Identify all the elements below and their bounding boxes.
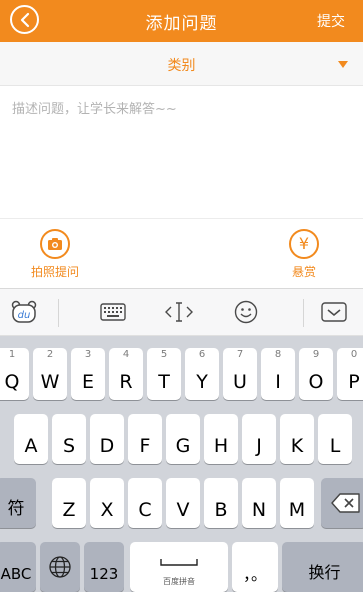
toolbar-divider: [58, 299, 59, 327]
yen-icon: ¥: [289, 229, 319, 259]
key-k[interactable]: K: [280, 414, 314, 464]
key-x[interactable]: X: [90, 478, 124, 528]
key-t[interactable]: 5T: [147, 348, 181, 400]
camera-icon: [40, 229, 70, 259]
svg-text:du: du: [18, 310, 31, 321]
backspace-key[interactable]: [321, 478, 363, 528]
key-q[interactable]: 1Q: [0, 348, 29, 400]
globe-icon: [49, 556, 71, 578]
reward-button[interactable]: ¥ 悬赏: [264, 229, 344, 280]
key-h[interactable]: H: [204, 414, 238, 464]
emoji-icon[interactable]: [233, 298, 259, 326]
key-g[interactable]: G: [166, 414, 200, 464]
key-c[interactable]: C: [128, 478, 162, 528]
reward-label: 悬赏: [291, 265, 316, 279]
baidu-du-icon[interactable]: du: [10, 298, 38, 326]
return-key[interactable]: 换行: [282, 542, 363, 592]
globe-key[interactable]: [40, 542, 80, 592]
punctuation-key[interactable]: ，。: [232, 542, 278, 592]
key-v[interactable]: V: [166, 478, 200, 528]
key-s[interactable]: S: [52, 414, 86, 464]
keyboard-toolbar: du: [0, 288, 363, 336]
keyboard-icon[interactable]: [99, 298, 127, 326]
category-label: 类别: [167, 58, 196, 74]
abc-key[interactable]: ABC: [0, 542, 36, 592]
key-m[interactable]: M: [280, 478, 314, 528]
key-i[interactable]: 8I: [261, 348, 295, 400]
key-l[interactable]: L: [318, 414, 352, 464]
photo-question-button[interactable]: 拍照提问: [15, 229, 95, 280]
key-a[interactable]: A: [14, 414, 48, 464]
key-b[interactable]: B: [204, 478, 238, 528]
key-f[interactable]: F: [128, 414, 162, 464]
chevron-down-icon[interactable]: [320, 298, 348, 326]
submit-button[interactable]: 提交: [317, 11, 345, 31]
key-z[interactable]: Z: [52, 478, 86, 528]
key-n[interactable]: N: [242, 478, 276, 528]
cursor-move-icon[interactable]: [164, 298, 194, 326]
key-e[interactable]: 3E: [71, 348, 105, 400]
caret-down-icon: [338, 61, 348, 68]
space-key[interactable]: 百度拼音: [130, 542, 228, 592]
action-bar: 拍照提问 ¥ 悬赏: [0, 218, 363, 288]
keyboard: 1Q 2W 3E 4R 5T 6Y 7U 8I 9O 0P A S D F G …: [0, 336, 363, 592]
key-w[interactable]: 2W: [33, 348, 67, 400]
key-y[interactable]: 6Y: [185, 348, 219, 400]
key-p[interactable]: 0P: [337, 348, 363, 400]
toolbar-divider: [303, 299, 304, 327]
space-caption: 百度拼音: [163, 577, 195, 586]
number-key[interactable]: 123: [84, 542, 124, 592]
key-j[interactable]: J: [242, 414, 276, 464]
backspace-icon: [331, 493, 360, 513]
photo-question-label: 拍照提问: [30, 265, 79, 279]
category-selector[interactable]: 类别: [0, 42, 363, 86]
description-input[interactable]: [0, 86, 363, 218]
key-o[interactable]: 9O: [299, 348, 333, 400]
key-r[interactable]: 4R: [109, 348, 143, 400]
page-title: 添加问题: [145, 14, 218, 34]
key-u[interactable]: 7U: [223, 348, 257, 400]
header-bar: 添加问题 提交: [0, 0, 363, 42]
key-d[interactable]: D: [90, 414, 124, 464]
space-icon: [160, 559, 198, 566]
symbol-key[interactable]: 符: [0, 478, 36, 528]
